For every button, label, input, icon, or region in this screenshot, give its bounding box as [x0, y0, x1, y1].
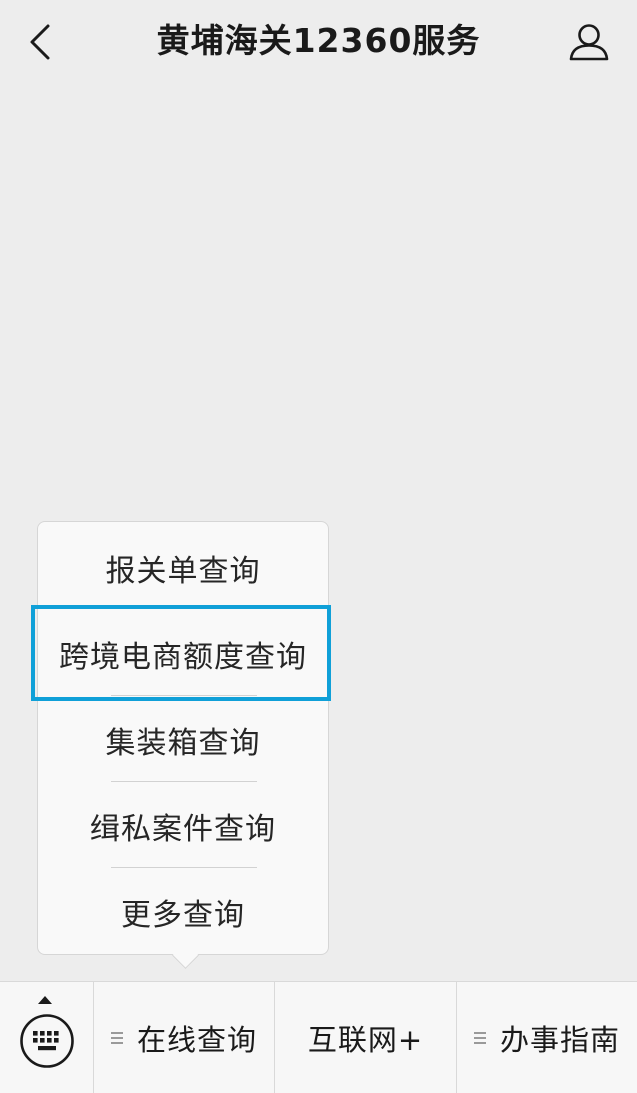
menu-item-anti-smuggling-case-query[interactable]: 缉私案件查询: [38, 783, 328, 869]
tab-internet-plus-label: 互联网+: [307, 1022, 424, 1057]
menu-item-more-queries[interactable]: 更多查询: [38, 869, 328, 955]
keyboard-icon: [19, 1013, 74, 1068]
tab-service-guide[interactable]: 办事指南: [457, 982, 637, 1093]
keyboard-toggle-button[interactable]: [0, 982, 93, 1093]
caret-up-icon: [38, 996, 52, 1004]
submenu-popup: 报关单查询 跨境电商额度查询 集装箱查询 缉私案件查询 更多查询: [37, 521, 329, 969]
tab-online-query[interactable]: 在线查询: [94, 982, 274, 1093]
page-title: 黄埔海关12360服务: [156, 21, 481, 60]
user-icon: [569, 24, 609, 61]
menu-divider: [111, 695, 257, 696]
tab-internet-plus[interactable]: 互联网+: [275, 982, 456, 1093]
menu-divider: [111, 867, 257, 868]
top-nav-bar: 黄埔海关12360服务: [0, 0, 637, 84]
tab-service-guide-label: 办事指南: [499, 1022, 620, 1057]
menu-item-container-query[interactable]: 集装箱查询: [38, 697, 328, 783]
back-button[interactable]: [14, 14, 66, 70]
menu-item-customs-declaration-query[interactable]: 报关单查询: [38, 525, 328, 611]
submenu-lines-icon: [473, 1031, 486, 1045]
chevron-left-icon: [30, 24, 50, 60]
submenu-lines-icon: [110, 1031, 123, 1045]
tab-online-query-label: 在线查询: [136, 1022, 257, 1057]
menu-divider: [111, 781, 257, 782]
profile-button[interactable]: [563, 14, 615, 70]
bottom-menu-bar: 在线查询 互联网+ 办事指南: [0, 981, 637, 1093]
menu-item-cross-border-ecommerce-quota-query[interactable]: 跨境电商额度查询: [38, 611, 328, 697]
